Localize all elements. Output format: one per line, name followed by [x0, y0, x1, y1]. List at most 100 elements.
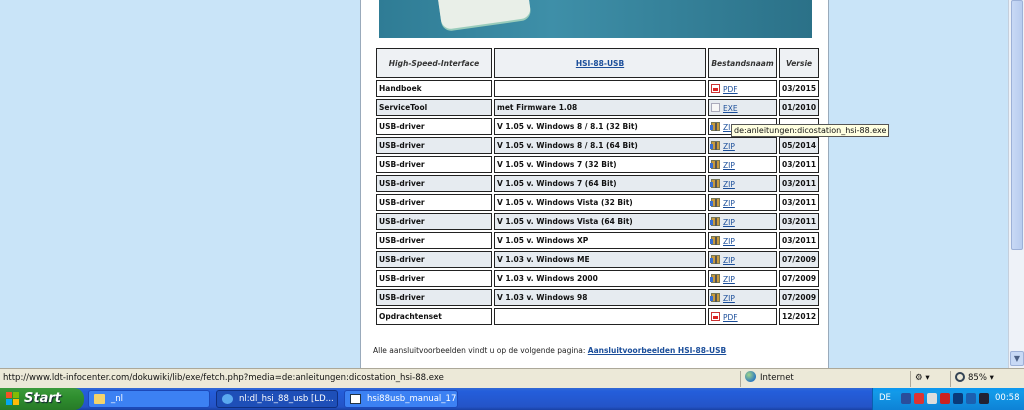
shield-icon[interactable]	[940, 393, 950, 404]
header-version: Versie	[779, 48, 820, 78]
display-icon[interactable]	[966, 393, 976, 404]
header-filename: Bestandsnaam	[708, 48, 777, 78]
pdf-file-icon	[711, 311, 720, 321]
row-version: 05/2014	[779, 137, 820, 154]
status-url: http://www.ldt-infocenter.com/dokuwiki/l…	[3, 373, 444, 383]
file-download-link[interactable]: ZIP	[723, 218, 735, 227]
folder-icon	[94, 394, 105, 404]
row-description: V 1.05 v. Windows 8 / 8.1 (64 Bit)	[494, 137, 706, 154]
language-indicator[interactable]: DE	[879, 393, 891, 403]
table-row: USB-driver V 1.05 v. Windows 7 (32 Bit) ZI…	[376, 156, 820, 173]
network-icon[interactable]	[953, 393, 963, 404]
volume-icon[interactable]	[927, 393, 937, 404]
row-description: V 1.05 v. Windows 8 / 8.1 (32 Bit)	[494, 118, 706, 135]
page-content: High-Speed-Interface HSI-88-USB Bestands…	[360, 0, 829, 368]
table-row: Handboek PDF 03/2015	[376, 80, 820, 97]
scroll-down-arrow-icon[interactable]: ▼	[1010, 351, 1024, 366]
file-download-link[interactable]: ZIP	[723, 161, 735, 170]
row-version: 03/2011	[779, 194, 820, 211]
file-download-link[interactable]: ZIP	[723, 237, 735, 246]
task-label: hsi88usb_manual_17...	[367, 394, 458, 404]
row-name: USB-driver	[376, 251, 492, 268]
document-icon	[350, 394, 361, 404]
zip-file-icon	[710, 292, 720, 302]
zoom-control[interactable]: 85% ▾	[950, 371, 1024, 387]
row-description: V 1.05 v. Windows Vista (32 Bit)	[494, 194, 706, 211]
security-zone[interactable]: Internet	[740, 371, 900, 387]
row-version: 03/2011	[779, 156, 820, 173]
scrollbar-thumb[interactable]	[1011, 0, 1023, 250]
taskbar: Start _nl nl:dl_hsi_88_usb [LD... hsi88u…	[0, 388, 1024, 410]
row-file: ZIP	[708, 194, 777, 211]
help-icon[interactable]	[901, 393, 911, 404]
security-icon[interactable]	[914, 393, 924, 404]
product-device-image	[436, 0, 532, 31]
taskbar-item-browser[interactable]: nl:dl_hsi_88_usb [LD...	[216, 390, 338, 408]
zip-file-icon	[710, 235, 720, 245]
row-name: USB-driver	[376, 156, 492, 173]
row-description	[494, 80, 706, 97]
zip-file-icon	[710, 273, 720, 283]
row-file: ZIP	[708, 175, 777, 192]
downloads-table: High-Speed-Interface HSI-88-USB Bestands…	[374, 46, 821, 327]
row-version: 07/2009	[779, 270, 820, 287]
row-version: 07/2009	[779, 289, 820, 306]
file-download-link[interactable]: ZIP	[723, 199, 735, 208]
row-file: ZIP	[708, 156, 777, 173]
windows-logo-icon	[6, 392, 20, 406]
row-file: PDF	[708, 308, 777, 325]
table-row: USB-driver V 1.03 v. Windows 2000 ZIP 07/20…	[376, 270, 820, 287]
row-name: USB-driver	[376, 289, 492, 306]
start-button[interactable]: Start	[0, 388, 84, 410]
table-row: ServiceTool met Firmware 1.08 EXE 01/2010	[376, 99, 820, 116]
row-version: 07/2009	[779, 251, 820, 268]
table-header-row: High-Speed-Interface HSI-88-USB Bestands…	[376, 48, 820, 78]
file-download-link[interactable]: PDF	[723, 313, 738, 322]
table-row: USB-driver V 1.03 v. Windows 98 ZIP 07/2009	[376, 289, 820, 306]
file-download-link[interactable]: EXE	[723, 104, 738, 113]
row-version: 12/2012	[779, 308, 820, 325]
row-name: ServiceTool	[376, 99, 492, 116]
file-download-link[interactable]: ZIP	[723, 294, 735, 303]
table-row: USB-driver V 1.03 v. Windows ME ZIP 07/2009	[376, 251, 820, 268]
row-name: USB-driver	[376, 137, 492, 154]
file-download-link[interactable]: ZIP	[723, 256, 735, 265]
product-photo	[379, 0, 812, 38]
protected-mode-toggle[interactable]: ⚙ ▾	[910, 371, 950, 387]
zip-file-icon	[710, 216, 720, 226]
file-download-link[interactable]: ZIP	[723, 275, 735, 284]
row-name: USB-driver	[376, 213, 492, 230]
footer-note: Alle aansluitvoorbeelden vindt u op de v…	[373, 346, 726, 355]
tray-icons	[901, 393, 989, 404]
taskbar-item-document[interactable]: hsi88usb_manual_17...	[344, 390, 458, 408]
row-description: V 1.03 v. Windows 98	[494, 289, 706, 306]
row-file: ZIP	[708, 289, 777, 306]
product-link[interactable]: HSI-88-USB	[576, 59, 624, 68]
row-name: Opdrachtenset	[376, 308, 492, 325]
row-file: PDF	[708, 80, 777, 97]
vertical-scrollbar[interactable]: ▼	[1008, 0, 1024, 368]
row-version: 01/2010	[779, 99, 820, 116]
row-file: ZIP	[708, 213, 777, 230]
taskbar-item-folder[interactable]: _nl	[88, 390, 210, 408]
row-name: USB-driver	[376, 194, 492, 211]
status-bar: http://www.ldt-infocenter.com/dokuwiki/l…	[0, 368, 1024, 388]
row-file: ZIP	[708, 137, 777, 154]
file-download-link[interactable]: ZIP	[723, 142, 735, 151]
examples-link[interactable]: Aansluitvoorbeelden HSI-88-USB	[588, 346, 727, 355]
row-description: V 1.05 v. Windows Vista (64 Bit)	[494, 213, 706, 230]
file-download-link[interactable]: PDF	[723, 85, 738, 94]
zip-file-icon	[710, 197, 720, 207]
zip-file-icon	[710, 140, 720, 150]
row-description: V 1.03 v. Windows ME	[494, 251, 706, 268]
table-row: USB-driver V 1.05 v. Windows 7 (64 Bit) ZI…	[376, 175, 820, 192]
row-file: ZIP	[708, 270, 777, 287]
row-description: V 1.05 v. Windows XP	[494, 232, 706, 249]
file-download-link[interactable]: ZIP	[723, 180, 735, 189]
app-tray-icon[interactable]	[979, 393, 989, 404]
system-tray: DE 00:58	[872, 388, 1024, 410]
row-description: V 1.03 v. Windows 2000	[494, 270, 706, 287]
row-file: EXE	[708, 99, 777, 116]
row-description: met Firmware 1.08	[494, 99, 706, 116]
row-version: 03/2011	[779, 175, 820, 192]
